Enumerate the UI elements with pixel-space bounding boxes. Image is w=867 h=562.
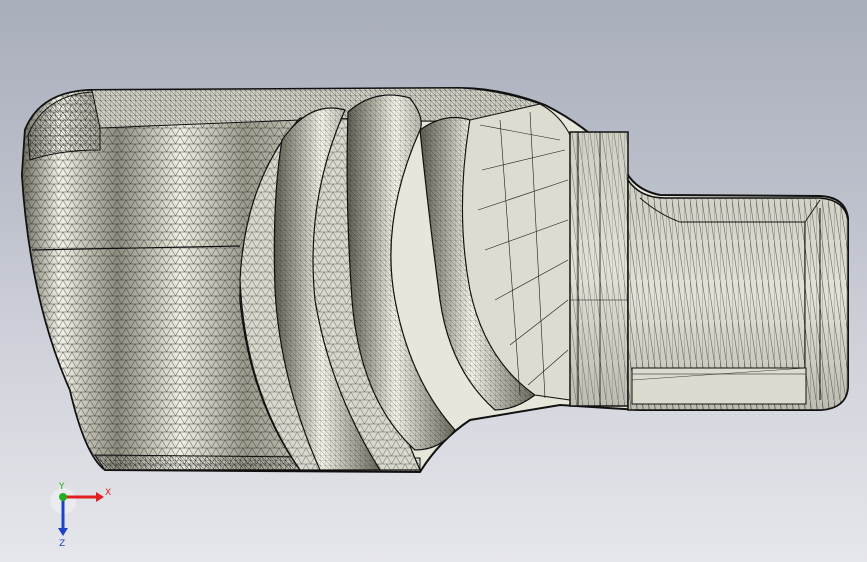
tab-extension xyxy=(627,177,849,411)
y-axis-dot xyxy=(59,493,67,501)
orientation-triad: X Y Z xyxy=(50,482,111,549)
x-axis-head xyxy=(96,492,104,502)
z-axis-head xyxy=(58,528,68,536)
mesh-model[interactable] xyxy=(0,0,867,562)
graphics-viewport[interactable]: X Y Z xyxy=(0,0,867,562)
y-axis-label: Y xyxy=(58,482,65,492)
x-axis-label: X xyxy=(105,488,111,498)
z-axis-label: Z xyxy=(59,539,65,549)
collar xyxy=(569,131,629,407)
